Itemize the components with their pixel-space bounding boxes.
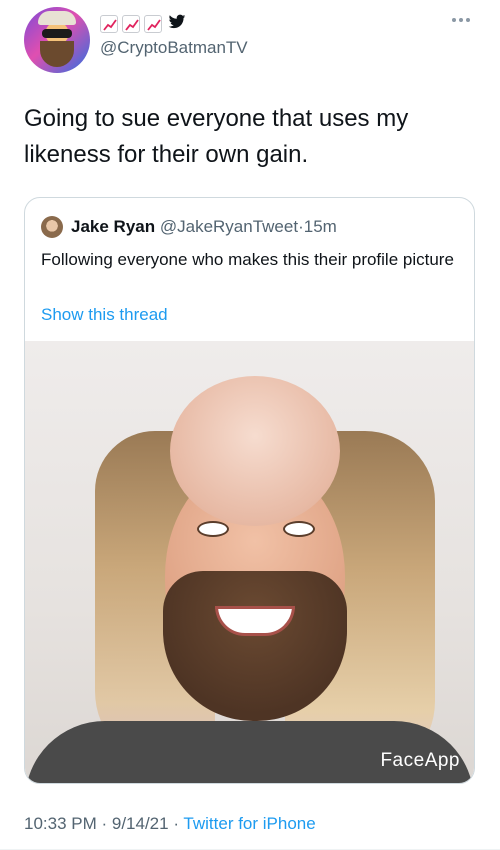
tweet-meta: 10:33 PM · 9/14/21 · Twitter for iPhone: [24, 814, 316, 834]
quoted-author-avatar: [41, 216, 63, 238]
tweet-text: Going to sue everyone that uses my liken…: [24, 105, 409, 168]
quoted-time: 15m: [303, 217, 337, 236]
meta-separator: ·: [96, 814, 112, 833]
avatar-beard: [40, 41, 74, 67]
show-thread-link[interactable]: Show this thread: [41, 305, 168, 325]
image-eye-right: [283, 521, 315, 537]
chart-increasing-emoji: [122, 15, 140, 33]
tweet-source-link[interactable]: Twitter for iPhone: [183, 814, 315, 833]
faceapp-watermark: FaceApp: [380, 750, 460, 771]
quoted-tweet-image[interactable]: FaceApp: [25, 341, 474, 783]
author-name-row[interactable]: [100, 14, 186, 34]
chart-increasing-emoji: [144, 15, 162, 33]
author-avatar[interactable]: [24, 7, 90, 73]
avatar-hair: [38, 11, 76, 25]
author-handle[interactable]: @CryptoBatmanTV: [100, 38, 248, 58]
quoted-tweet-text: Following everyone who makes this their …: [41, 250, 454, 269]
twitter-bird-icon: [168, 14, 186, 35]
tweet-date[interactable]: 9/14/21: [112, 814, 169, 833]
meta-separator: ·: [168, 814, 184, 833]
quoted-author-name: Jake Ryan: [71, 217, 156, 236]
quoted-author-handle: @JakeRyanTweet: [159, 217, 299, 236]
chart-increasing-emoji: [100, 15, 118, 33]
quoted-tweet-header: Jake Ryan @JakeRyanTweet·15m: [71, 216, 337, 238]
more-options-icon[interactable]: [452, 18, 470, 22]
tweet-time[interactable]: 10:33 PM: [24, 814, 97, 833]
quoted-tweet-card[interactable]: Jake Ryan @JakeRyanTweet·15m Following e…: [24, 197, 475, 784]
image-bald-scalp: [170, 376, 340, 526]
avatar-glasses: [42, 29, 72, 38]
image-eye-left: [197, 521, 229, 537]
